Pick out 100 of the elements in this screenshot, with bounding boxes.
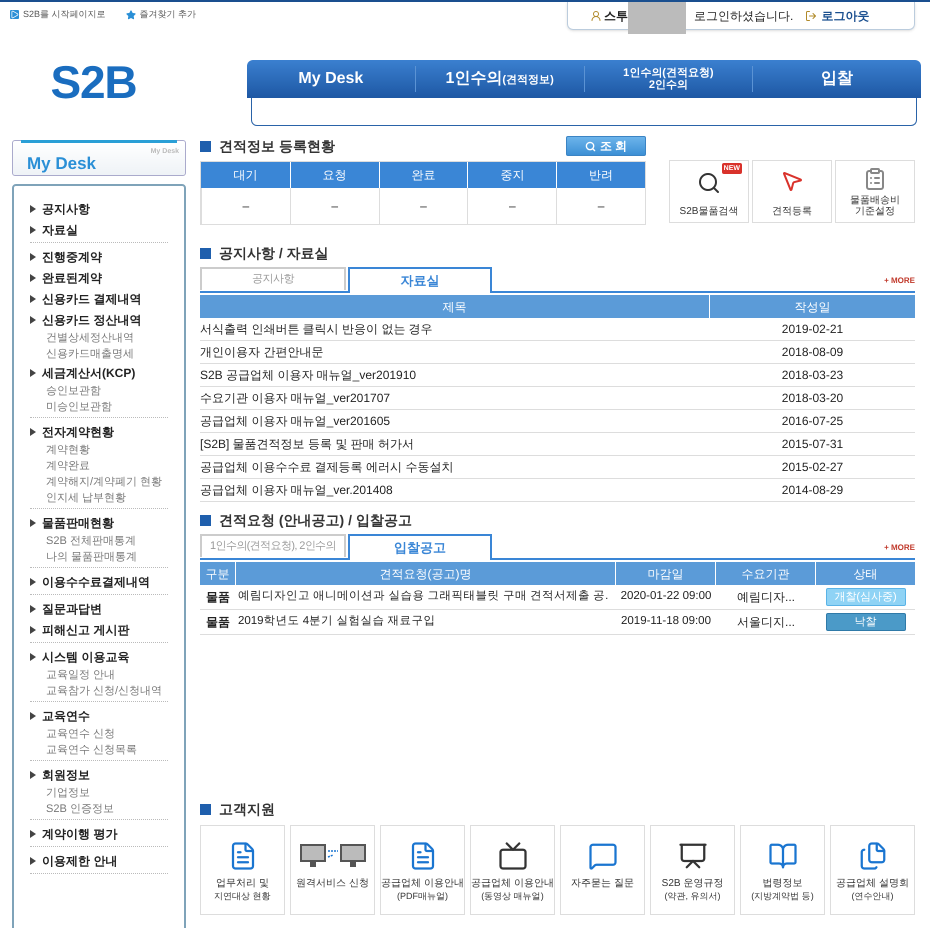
arrow-icon — [30, 830, 36, 838]
notice-title-link[interactable]: 공급업체 이용수수료 결제등록 에러시 수동설치 — [200, 458, 710, 476]
nav-item[interactable]: My Desk — [247, 66, 415, 92]
sidebar-item[interactable]: 피해신고 게시판 — [30, 619, 168, 640]
sidebar-item[interactable]: 자료실 — [30, 219, 168, 240]
logo: S2B — [50, 54, 137, 110]
sidebar-item[interactable]: 세금계산서(KCP) — [30, 362, 168, 383]
nav-item[interactable]: 1인수의(견적정보) — [414, 66, 584, 92]
nav-item[interactable]: 1인수의(견적요청) 2인수의 — [584, 66, 752, 92]
support-card[interactable]: 원격서비스 신청 — [290, 825, 375, 915]
square-bullet-icon — [200, 248, 211, 258]
sidebar-subitem[interactable]: 신용카드매출명세 — [30, 346, 168, 362]
notice-title-link[interactable]: 수요기관 이용자 매뉴얼_ver201707 — [200, 389, 710, 407]
bookmark-link[interactable]: 즐겨찾기 추가 — [126, 8, 196, 22]
sidebar-item[interactable]: 공지사항 — [30, 198, 168, 219]
support-card[interactable]: 공급업체 이용안내 (동영상 매뉴얼) — [470, 825, 555, 915]
sidebar-subitem[interactable]: 교육연수 신청 — [30, 726, 168, 742]
notice-title-link[interactable]: [S2B] 물품견적정보 등록 및 판매 허가서 — [200, 435, 710, 453]
sidebar-subitem[interactable]: 미승인보관함 — [30, 399, 168, 415]
clipboard-icon — [863, 167, 887, 191]
table-cell: – — [556, 188, 645, 224]
sidebar-subitem[interactable]: 교육참가 신청/신청내역 — [30, 683, 168, 699]
column-header: 반려 — [556, 162, 645, 188]
date-cell-text: 2018-03-23 — [780, 367, 844, 384]
sidebar-item[interactable]: 완료된계약 — [30, 267, 168, 288]
start-page-link[interactable]: S2B를 시작페이지로 — [10, 8, 106, 22]
arrow-icon — [30, 518, 36, 526]
sidebar-subitem[interactable]: 계약해지/계약폐기 현황 — [30, 474, 168, 490]
arrow-icon — [30, 856, 36, 864]
nav-item[interactable]: 입찰 — [752, 66, 921, 92]
bid-title-link[interactable]: 2019학년도 4분기 실험실습 재료구입 — [236, 613, 616, 631]
sidebar-subitem[interactable]: 승인보관함 — [30, 383, 168, 399]
arrow-icon — [30, 316, 36, 324]
notice-title-link[interactable]: S2B 공급업체 이용자 매뉴얼_ver201910 — [200, 366, 710, 384]
user-icon — [590, 10, 602, 22]
quick-link-card[interactable]: 물품배송비 기준설정 — [835, 160, 915, 223]
square-bullet-icon — [200, 140, 211, 152]
date-cell-text: 2014-08-29 — [780, 482, 844, 499]
sidebar-subitem[interactable]: 인지세 납부현황 — [30, 490, 168, 506]
more-link[interactable]: + MORE — [884, 275, 915, 287]
sidebar-item[interactable]: 시스템 이용교육 — [30, 646, 168, 667]
sidebar-subitem[interactable]: S2B 전체판매통계 — [30, 533, 168, 549]
status-badge: 낙찰 — [826, 613, 906, 631]
sidebar-subitem[interactable]: 기업정보 — [30, 785, 168, 801]
column-header: 수요기관 — [716, 562, 816, 585]
notice-title-link[interactable]: 공급업체 이용자 매뉴얼_ver201605 — [200, 412, 710, 430]
support-card[interactable]: 공급업체 이용안내 (PDF매뉴얼) — [380, 825, 465, 915]
sidebar-item[interactable]: 계약이행 평가 — [30, 823, 168, 844]
arrow-icon — [30, 294, 36, 302]
support-card[interactable]: 법령정보 (지방계약법 등) — [740, 825, 825, 915]
tab[interactable]: 자료실 — [348, 267, 492, 293]
sidebar-item[interactable]: 이용수수료결제내역 — [30, 571, 168, 592]
date-cell-text: 2015-07-31 — [780, 436, 844, 453]
support-card[interactable]: 업무처리 및 지연대상 현황 — [200, 825, 285, 915]
arrow-icon — [30, 252, 36, 260]
table-cell: – — [201, 188, 290, 224]
section-title: 고객지원 — [219, 800, 275, 818]
notice-title-link[interactable]: 개인이용자 간편안내문 — [200, 343, 710, 361]
support-card[interactable]: S2B 운영규정 (약관, 유의서) — [650, 825, 735, 915]
sidebar-subitem[interactable]: 건별상세정산내역 — [30, 330, 168, 346]
logout-link[interactable]: 로그아웃 — [805, 6, 870, 24]
sidebar-item[interactable]: 이용제한 안내 — [30, 850, 168, 871]
sidebar-item[interactable]: 신용카드 정산내역 — [30, 309, 168, 330]
login-message: 로그인하셨습니다. — [694, 8, 794, 24]
quick-link-card[interactable]: 견적등록 — [752, 160, 832, 223]
tab[interactable]: 입찰공고 — [348, 534, 492, 560]
sidebar-item[interactable]: 질문과답변 — [30, 598, 168, 619]
column-header: 마감일 — [616, 562, 716, 585]
sidebar-item[interactable]: 전자계약현황 — [30, 421, 168, 442]
arrow-icon — [30, 368, 36, 376]
notice-title-link[interactable]: 서식출력 인쇄버튼 클릭시 반응이 없는 경우 — [200, 320, 710, 338]
category-cell-text: 물품 — [205, 589, 231, 606]
support-card[interactable]: 자주묻는 질문 — [560, 825, 645, 915]
arrow-icon — [30, 274, 36, 282]
sidebar-subitem[interactable]: S2B 인증정보 — [30, 801, 168, 817]
notice-title-link[interactable]: 공급업체 이용자 매뉴얼_ver.201408 — [200, 481, 710, 499]
date-cell-text: 2018-03-20 — [780, 390, 844, 407]
column-header: 중지 — [467, 162, 556, 188]
arrow-icon — [30, 770, 36, 778]
arrow-icon — [30, 204, 36, 212]
sidebar-subitem[interactable]: 계약현황 — [30, 442, 168, 458]
sidebar-subitem[interactable]: 계약완료 — [30, 458, 168, 474]
more-link[interactable]: + MORE — [884, 542, 915, 554]
sidebar-subitem[interactable]: 교육일정 안내 — [30, 667, 168, 683]
magnifier-icon — [697, 171, 721, 195]
support-card[interactable]: 공급업체 설명회 (연수안내) — [830, 825, 915, 915]
sidebar-subitem[interactable]: 나의 물품판매통계 — [30, 549, 168, 565]
sidebar-item[interactable]: 회원정보 — [30, 764, 168, 785]
sidebar-item[interactable]: 교육연수 — [30, 705, 168, 726]
sidebar-subitem[interactable]: 교육연수 신청목록 — [30, 742, 168, 758]
date-cell-text: 2018-08-09 — [780, 344, 844, 361]
play-icon — [10, 10, 19, 20]
sidebar-item[interactable]: 물품판매현황 — [30, 512, 168, 533]
sidebar-item[interactable]: 진행중계약 — [30, 246, 168, 267]
book-icon — [768, 841, 798, 871]
redaction-block — [628, 2, 686, 34]
user-name: 스투 — [604, 8, 628, 24]
table-cell: – — [290, 188, 379, 224]
sidebar-item[interactable]: 신용카드 결제내역 — [30, 288, 168, 309]
bid-title-link[interactable]: 예림디자인고 애니메이션과 실습용 그래픽태블릿 구매 견적서제출 공. — [236, 588, 616, 606]
